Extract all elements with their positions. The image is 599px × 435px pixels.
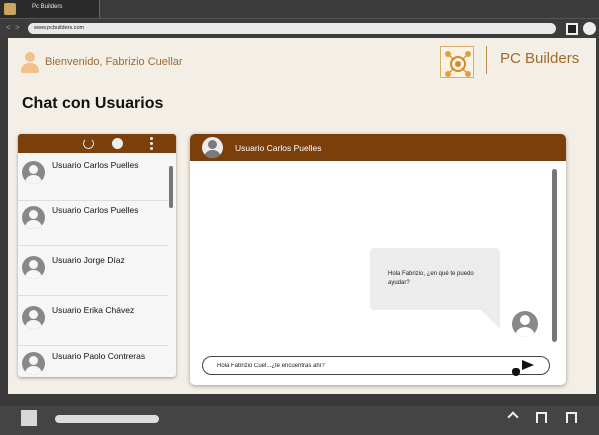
avatar (22, 352, 45, 375)
brand-name: PC Builders (500, 50, 580, 67)
refresh-icon[interactable] (83, 138, 94, 149)
chat-contact-name: Usuario Carlos Puelles (235, 143, 322, 153)
welcome-text: Bienvenido, Fabrizio Cuellar (45, 56, 183, 68)
hand-cursor-icon (512, 368, 520, 376)
taskbar-search-pill[interactable] (55, 415, 159, 423)
message-bubble-tail (479, 308, 500, 329)
browser-tab[interactable]: Pc Builders (0, 0, 100, 18)
message-input[interactable] (202, 356, 550, 375)
brand-divider (486, 46, 487, 74)
pc-builders-logo-icon (4, 3, 16, 15)
contact-name: Usuario Paolo Contreras (52, 351, 146, 361)
avatar (22, 256, 45, 279)
pc-builders-logo-icon (440, 46, 474, 78)
contact-list-scrollbar[interactable] (169, 166, 173, 208)
chat-panel: Usuario Carlos Puelles Hola Fabrizio, ¿e… (190, 134, 566, 385)
contact-item[interactable]: Usuario Jorge Díaz (18, 248, 168, 296)
window-titlebar: Pc Builders (0, 0, 599, 18)
tab-title: Pc Builders (32, 4, 63, 10)
contact-item[interactable]: Usuario Carlos Puelles (18, 153, 168, 201)
url-field[interactable]: www.pcbuilders.com (28, 23, 556, 34)
avatar (22, 306, 45, 329)
address-bar-row: < > www.pcbuilders.com (0, 18, 599, 38)
home-square-icon[interactable] (21, 410, 37, 426)
status-circle-icon[interactable] (112, 138, 123, 149)
contact-name: Usuario Carlos Puelles (52, 160, 139, 170)
contact-list-header (18, 134, 176, 153)
contact-item[interactable]: Usuario Carlos Puelles (18, 198, 168, 246)
chevron-up-icon[interactable] (507, 411, 519, 423)
user-icon[interactable] (20, 52, 40, 74)
app-page: Bienvenido, Fabrizio Cuellar PC Builders… (8, 38, 596, 394)
taskbar (0, 406, 599, 435)
avatar (512, 311, 538, 337)
back-button[interactable]: < (6, 23, 11, 32)
contact-list-panel: Usuario Carlos Puelles Usuario Carlos Pu… (18, 134, 176, 377)
avatar (202, 137, 223, 158)
contact-name: Usuario Erika Chávez (52, 305, 135, 315)
contact-name: Usuario Jorge Díaz (52, 255, 125, 265)
page-title: Chat con Usuarios (22, 95, 164, 112)
avatar (22, 206, 45, 229)
contact-item[interactable]: Usuario Erika Chávez (18, 298, 168, 346)
avatar (22, 161, 45, 184)
contact-item[interactable]: Usuario Paolo Contreras (18, 344, 168, 377)
send-icon[interactable] (522, 360, 534, 370)
contact-name: Usuario Carlos Puelles (52, 205, 139, 215)
chat-scrollbar[interactable] (552, 169, 557, 342)
window-square-icon[interactable] (566, 23, 578, 35)
window-icon[interactable] (536, 412, 547, 423)
forward-button[interactable]: > (15, 23, 20, 32)
window-icon[interactable] (566, 412, 577, 423)
window-circle-icon[interactable] (583, 22, 596, 35)
chat-header: Usuario Carlos Puelles (190, 134, 566, 161)
more-vertical-icon[interactable] (150, 137, 153, 150)
message-text: Hola Fabrizio, ¿en qué te puedo ayudar? (388, 271, 474, 286)
